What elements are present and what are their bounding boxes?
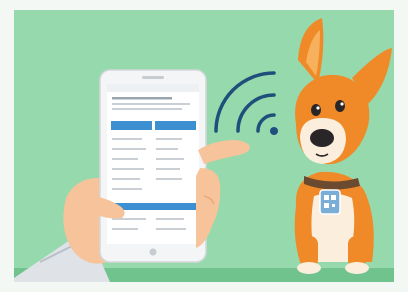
screen-line-3 [112, 108, 182, 110]
screen-line-1 [112, 97, 172, 100]
dog-eye-right-shine [340, 102, 344, 106]
qr-tag-icon [319, 189, 341, 215]
dog-paw-left [297, 262, 321, 274]
screen-tab-right [155, 121, 196, 130]
list-row-6 [112, 188, 142, 190]
list-row-1 [112, 138, 142, 140]
list-row-1b [156, 138, 182, 140]
dog-eye-left [311, 104, 321, 116]
screen-line-2 [112, 103, 190, 105]
list-row-2b [156, 148, 178, 150]
dog-nose [310, 129, 334, 147]
phone-home-button [149, 248, 157, 256]
screen-tab-left [111, 121, 152, 130]
list-row-3 [112, 158, 138, 160]
screen-header-bar [107, 84, 199, 92]
list-row-4 [112, 168, 144, 170]
phone-speaker [142, 76, 164, 79]
signal-dot [270, 127, 278, 135]
tag-qr-4 [332, 204, 335, 207]
tag-qr-1 [324, 195, 329, 200]
list-row-5 [112, 178, 140, 180]
tag-qr-2 [331, 195, 336, 200]
dog-eye-left-shine [316, 106, 320, 110]
phone [99, 69, 207, 263]
dog-paw-right [345, 262, 369, 274]
illustration-scene [0, 0, 408, 292]
list-row-2 [112, 148, 146, 150]
list-row-3b [156, 158, 184, 160]
list-row-5b [156, 178, 182, 180]
screen-foot-row-1b [156, 218, 184, 220]
dog-eye-right [335, 100, 345, 112]
illustration-canvas [0, 0, 408, 292]
screen-foot-row-2 [112, 228, 138, 230]
tag-qr-3 [324, 203, 329, 208]
screen-foot-row-2b [156, 228, 186, 230]
list-row-4b [156, 168, 180, 170]
tag-plate [319, 189, 341, 215]
